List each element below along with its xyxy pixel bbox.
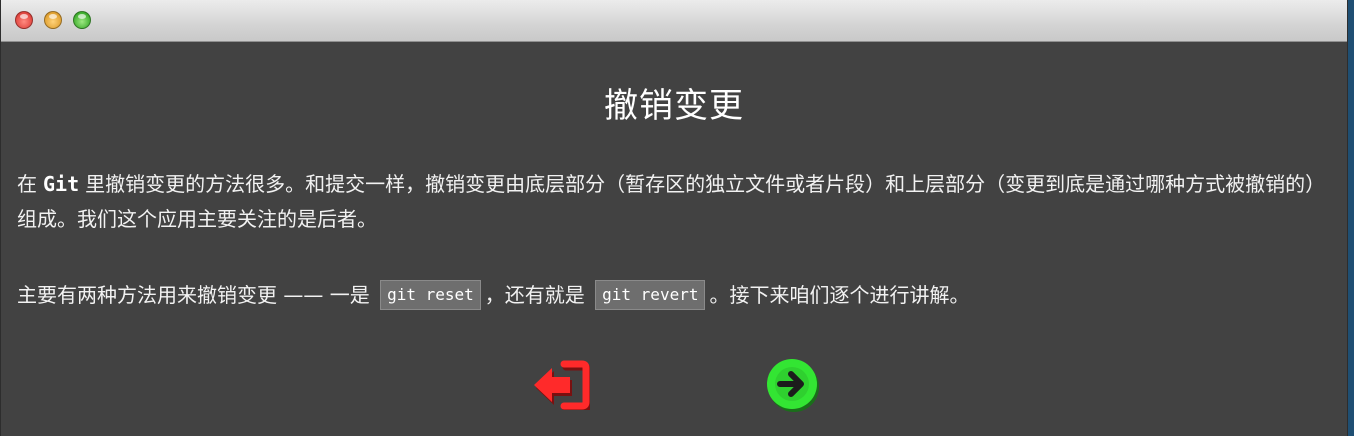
page-title: 撤销变更	[604, 86, 744, 126]
window-close-button[interactable]	[15, 11, 33, 29]
exit-arrow-left-icon	[534, 360, 592, 413]
methods-text-before: 主要有两种方法用来撤销变更 —— 一是	[17, 283, 370, 307]
methods-text-middle: ，还有就是	[484, 283, 585, 307]
methods-text-after: 。接下来咱们逐个进行讲解。	[709, 283, 970, 307]
window-titlebar	[1, 0, 1347, 42]
git-keyword: Git	[43, 172, 80, 196]
intro-paragraph: 在 Git 里撤销变更的方法很多。和提交一样，撤销变更由底层部分（暂存区的独立文件或…	[17, 167, 1335, 237]
window-maximize-button[interactable]	[73, 11, 91, 29]
intro-text-after: 里撤销变更的方法很多。和提交一样，撤销变更由底层部分（暂存区的独立文件或者片段）…	[17, 172, 1326, 231]
next-button[interactable]	[766, 358, 820, 412]
git-reset-code: git reset	[380, 280, 481, 310]
app-window: 撤销变更 在 Git 里撤销变更的方法很多。和提交一样，撤销变更由底层部分（暂存区的…	[0, 0, 1348, 436]
methods-paragraph: 主要有两种方法用来撤销变更 —— 一是 git reset ，还有就是 git r…	[17, 278, 1335, 313]
dialog-content: 撤销变更 在 Git 里撤销变更的方法很多。和提交一样，撤销变更由底层部分（暂存区的…	[1, 42, 1347, 436]
window-minimize-button[interactable]	[44, 11, 62, 29]
circle-arrow-right-icon	[767, 359, 819, 412]
back-button[interactable]	[532, 360, 592, 413]
git-revert-code: git revert	[595, 280, 706, 310]
intro-text-before: 在	[17, 172, 37, 196]
